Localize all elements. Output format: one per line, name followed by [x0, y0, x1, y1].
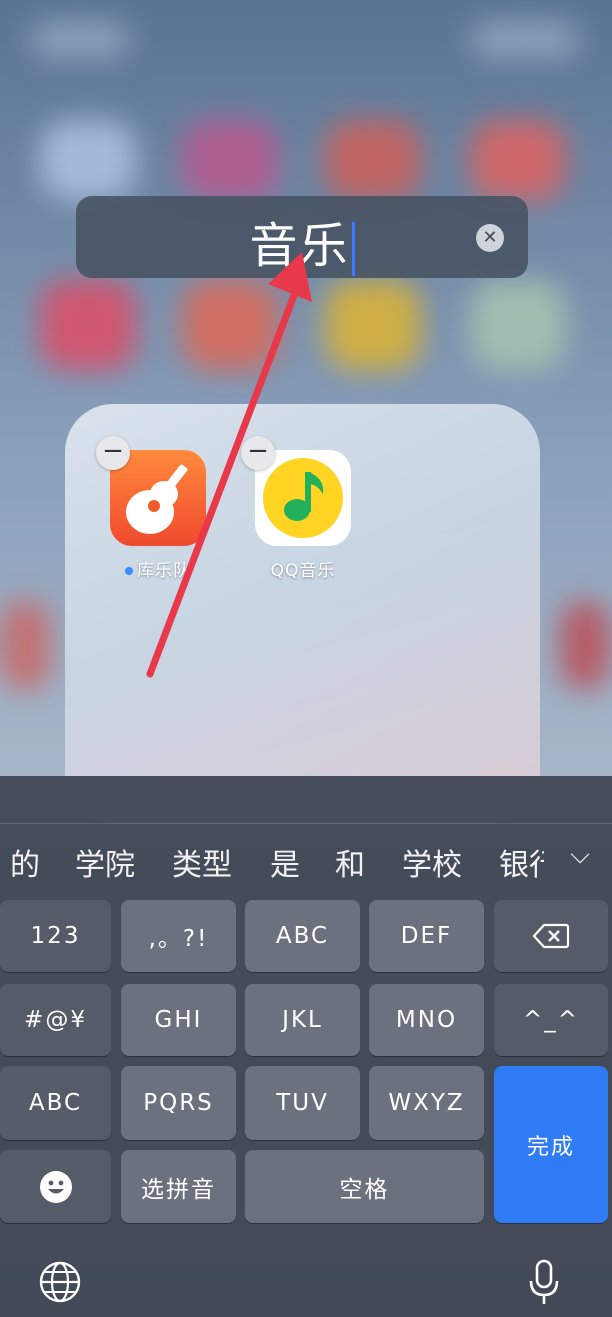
candidate-word[interactable]: 是: [270, 840, 300, 884]
backspace-key[interactable]: [494, 900, 608, 972]
emoji-icon: [39, 1170, 72, 1203]
key-pqrs[interactable]: PQRS: [121, 1066, 236, 1140]
key-tuv[interactable]: TUV: [245, 1066, 360, 1140]
select-pinyin-key[interactable]: 选拼音: [121, 1150, 236, 1223]
candidate-bar: 的 学院 类型 是 和 学校 银行 ⌵: [0, 823, 612, 904]
key-mno[interactable]: MNO: [369, 984, 484, 1056]
key-ghi[interactable]: GHI: [121, 984, 236, 1056]
remove-app-garageband-button[interactable]: −: [96, 436, 130, 470]
candidate-word[interactable]: 学校: [402, 840, 462, 884]
candidate-word[interactable]: 银行: [499, 840, 544, 884]
chevron-down-icon[interactable]: ⌵: [570, 840, 590, 871]
key-wxyz[interactable]: WXYZ: [369, 1066, 484, 1140]
candidate-word[interactable]: 的: [10, 840, 40, 884]
chinese-keyboard: 的 学院 类型 是 和 学校 银行 ⌵ 123 ,。?! ABC DEF #@¥…: [0, 776, 612, 1317]
key-def[interactable]: DEF: [369, 900, 484, 972]
backspace-icon: [532, 923, 570, 949]
key-punctuation[interactable]: ,。?!: [121, 900, 236, 972]
remove-app-qq-music-button[interactable]: −: [241, 436, 275, 470]
key-jkl[interactable]: JKL: [245, 984, 360, 1056]
globe-icon: [39, 1261, 81, 1303]
space-key[interactable]: 空格: [245, 1150, 484, 1223]
emoji-key[interactable]: [0, 1150, 111, 1223]
key-abc-mode[interactable]: ABC: [0, 1066, 111, 1140]
key-abc[interactable]: ABC: [245, 900, 360, 972]
candidate-word[interactable]: 类型: [172, 840, 232, 884]
key-symbols[interactable]: #@¥: [0, 984, 111, 1056]
key-123[interactable]: 123: [0, 900, 111, 972]
done-key[interactable]: 完成: [494, 1066, 608, 1223]
microphone-icon: [529, 1259, 559, 1304]
candidate-word[interactable]: 和: [335, 840, 365, 884]
candidate-word[interactable]: 学院: [75, 840, 135, 884]
dictation-key[interactable]: [526, 1258, 562, 1308]
key-emoticon[interactable]: ^_^: [494, 984, 608, 1056]
globe-key[interactable]: [38, 1260, 82, 1304]
